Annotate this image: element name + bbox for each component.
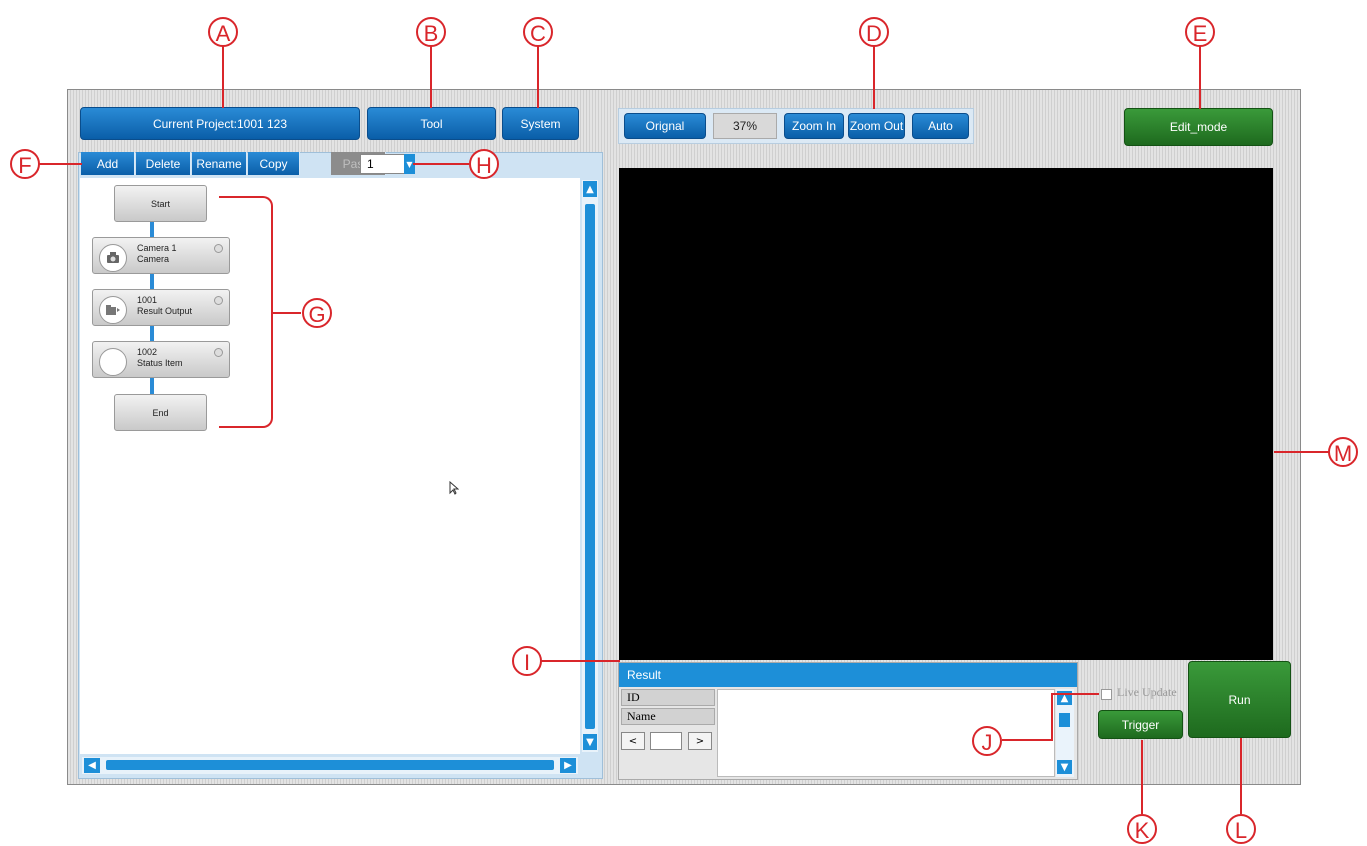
copy-button[interactable]: Copy (248, 152, 300, 175)
flow-node-subtitle: Result Output (137, 306, 193, 316)
flow-node-end[interactable]: End (114, 394, 207, 431)
callout-d: D (859, 17, 889, 47)
flow-node-title: 1002 (137, 347, 158, 357)
callout-line (430, 46, 432, 108)
delete-button[interactable]: Delete (136, 152, 191, 175)
flow-connector (150, 326, 154, 341)
trigger-button[interactable]: Trigger (1098, 710, 1183, 739)
callout-l: L (1226, 814, 1256, 844)
camera-icon (99, 244, 127, 272)
run-button[interactable]: Run (1188, 661, 1291, 738)
zoom-out-button[interactable]: Zoom Out (848, 113, 905, 139)
circle-icon (99, 348, 127, 376)
result-id-label: ID (621, 689, 715, 706)
live-update-checkbox[interactable] (1101, 689, 1112, 700)
zoom-level-display: 37% (713, 113, 777, 139)
callout-line (1051, 693, 1053, 741)
flow-connector (150, 378, 154, 394)
result-prev-button[interactable]: < (621, 732, 645, 750)
image-display[interactable] (619, 168, 1273, 660)
rename-button[interactable]: Rename (192, 152, 247, 175)
mouse-cursor-icon (449, 480, 460, 499)
scroll-right-icon[interactable]: ▶ (560, 758, 576, 773)
flow-node-status-item[interactable]: 1002 Status Item (92, 341, 230, 378)
callout-line (222, 46, 224, 108)
original-size-button[interactable]: Orignal (624, 113, 706, 139)
horizontal-scroll-thumb[interactable] (106, 760, 554, 770)
callout-a: A (208, 17, 238, 47)
result-scroll-down-icon[interactable]: ▼ (1057, 760, 1072, 774)
callout-line (1240, 738, 1242, 814)
callout-i: I (512, 646, 542, 676)
callout-f: F (10, 149, 40, 179)
flow-node-camera[interactable]: Camera 1 Camera (92, 237, 230, 274)
edit-mode-button[interactable]: Edit_mode (1124, 108, 1273, 146)
callout-line (1274, 451, 1329, 453)
callout-e: E (1185, 17, 1215, 47)
callout-j: J (972, 726, 1002, 756)
vertical-scroll-thumb[interactable] (585, 204, 595, 729)
callout-c: C (523, 17, 553, 47)
add-button[interactable]: Add (81, 152, 135, 175)
live-update-label: Live Update (1117, 685, 1177, 699)
zoom-in-button[interactable]: Zoom In (784, 113, 844, 139)
result-list[interactable] (717, 689, 1055, 777)
callout-b: B (416, 17, 446, 47)
step-select[interactable]: 1 (360, 154, 405, 174)
flow-node-result-output[interactable]: 1001 Result Output (92, 289, 230, 326)
flow-connector (150, 222, 154, 237)
callout-line (1002, 739, 1053, 741)
flow-node-label: End (152, 407, 169, 418)
callout-line (873, 46, 875, 109)
result-next-button[interactable]: > (688, 732, 712, 750)
callout-m: M (1328, 437, 1358, 467)
flow-node-start[interactable]: Start (114, 185, 207, 222)
callout-line (38, 163, 82, 165)
callout-h: H (469, 149, 499, 179)
flow-node-subtitle: Camera (137, 254, 170, 264)
tool-button[interactable]: Tool (367, 107, 496, 140)
callout-g: G (302, 298, 332, 328)
scroll-down-icon[interactable]: ▼ (583, 734, 597, 750)
folder-icon (99, 296, 127, 324)
flow-connector (150, 274, 154, 289)
auto-zoom-button[interactable]: Auto (912, 113, 969, 139)
result-scroll-thumb[interactable] (1059, 713, 1070, 727)
callout-line (1141, 740, 1143, 814)
callout-line (537, 46, 539, 108)
callout-k: K (1127, 814, 1157, 844)
callout-line (273, 312, 301, 314)
scroll-up-icon[interactable]: ▲ (583, 181, 597, 197)
flow-node-title: 1001 (137, 295, 158, 305)
result-title: Result (619, 663, 1077, 687)
callout-line (1199, 46, 1201, 109)
callout-line (413, 163, 469, 165)
flow-node-title: Camera 1 (137, 243, 177, 253)
callout-bracket (219, 196, 273, 428)
flow-node-subtitle: Status Item (137, 358, 183, 368)
result-page-input[interactable] (650, 732, 682, 750)
callout-line (540, 660, 620, 662)
callout-line (1051, 693, 1099, 695)
system-button[interactable]: System (502, 107, 579, 140)
current-project-button[interactable]: Current Project:1001 123 (80, 107, 360, 140)
scroll-left-icon[interactable]: ◀ (84, 758, 100, 773)
result-name-label: Name (621, 708, 715, 725)
flow-node-label: Start (150, 198, 170, 209)
